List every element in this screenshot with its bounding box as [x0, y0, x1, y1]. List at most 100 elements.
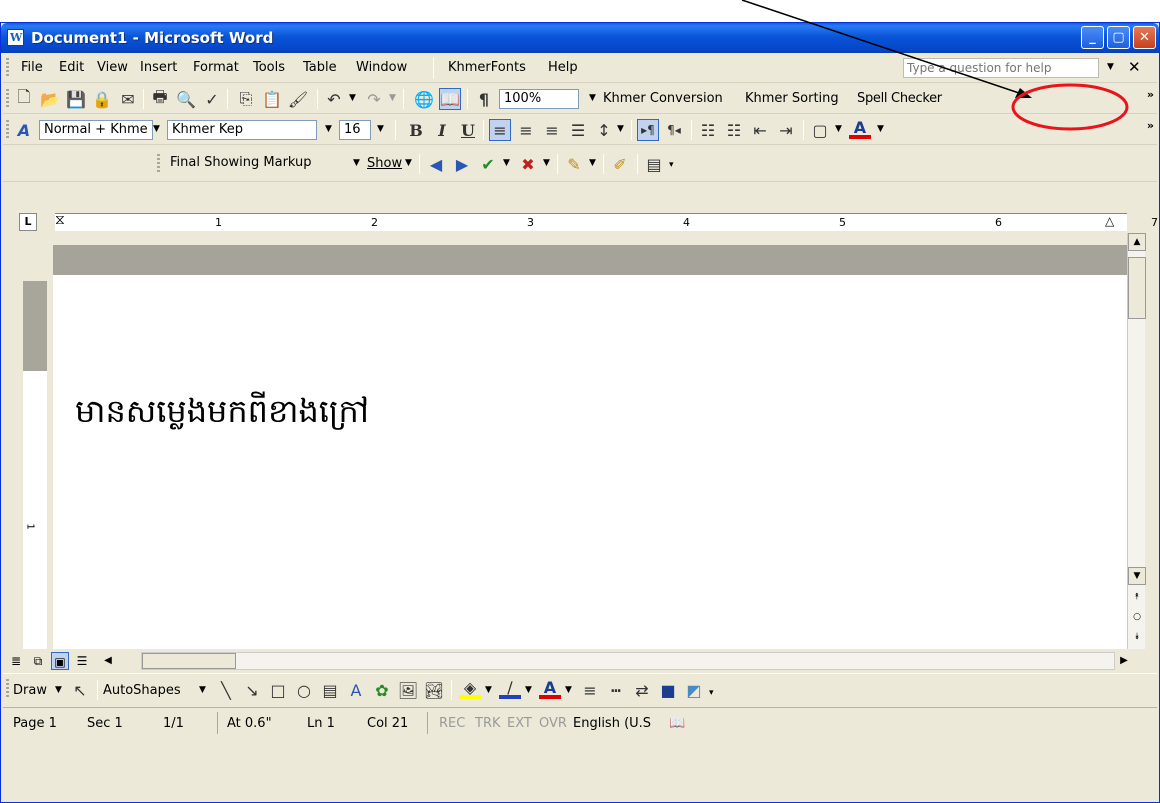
save-icon[interactable]: 💾 [65, 88, 87, 110]
toolbar-options-icon[interactable]: ▾ [669, 160, 674, 170]
paste-icon[interactable]: 📋 [261, 88, 283, 110]
font-select[interactable]: Khmer Kep [167, 120, 317, 140]
font-color-dropdown-icon[interactable]: ▼ [877, 124, 884, 134]
menu-view[interactable]: View [97, 60, 128, 75]
horizontal-scroll-thumb[interactable] [142, 653, 236, 669]
comment-dropdown-icon[interactable]: ▼ [589, 158, 596, 168]
line-color-dropdown-icon[interactable]: ▼ [525, 685, 532, 695]
menu-format[interactable]: Format [193, 60, 239, 75]
select-browse-object-icon[interactable]: ○ [1128, 609, 1146, 627]
previous-change-icon[interactable]: ◀ [425, 153, 447, 175]
research-icon[interactable]: 📖 [439, 88, 461, 110]
3d-style-icon[interactable]: ◩ [683, 679, 705, 701]
align-left-icon[interactable]: ≡ [489, 119, 511, 141]
font-color-icon[interactable]: A [849, 118, 871, 139]
scroll-left-icon[interactable]: ◀ [99, 652, 117, 670]
khmer-conversion-button[interactable]: Khmer Conversion [603, 91, 723, 106]
arrow-style-icon[interactable]: ⇄ [631, 679, 653, 701]
outline-view-icon[interactable]: ☰ [73, 652, 91, 670]
horizontal-scrollbar[interactable] [141, 652, 1115, 670]
clip-art-icon[interactable]: 🖼 [397, 679, 419, 701]
insert-comment-icon[interactable]: ✎ [563, 153, 585, 175]
scroll-up-icon[interactable]: ▲ [1128, 233, 1146, 251]
print-preview-icon[interactable]: 🔍 [175, 88, 197, 110]
minimize-button[interactable]: _ [1081, 26, 1104, 49]
line-spacing-dropdown-icon[interactable]: ▼ [617, 124, 624, 134]
fill-color-icon[interactable]: ◈ [459, 678, 481, 699]
diagram-icon[interactable]: ✿ [371, 679, 393, 701]
document-page[interactable]: មានសម្លេងមកពីខាងក្រៅ [53, 275, 1127, 649]
ltr-icon[interactable]: ▸¶ [637, 119, 659, 141]
toolbar-options-icon[interactable]: ▾ [709, 688, 714, 698]
draw-font-color-dropdown-icon[interactable]: ▼ [565, 685, 572, 695]
menu-window[interactable]: Window [356, 60, 407, 75]
status-language[interactable]: English (U.S [573, 716, 651, 731]
menu-table[interactable]: Table [303, 60, 337, 75]
status-ext[interactable]: EXT [507, 716, 532, 731]
status-trk[interactable]: TRK [475, 716, 501, 731]
line-icon[interactable]: ╲ [215, 679, 237, 701]
redo-icon[interactable]: ↷ [363, 88, 385, 110]
rectangle-icon[interactable]: □ [267, 679, 289, 701]
display-dropdown-icon[interactable]: ▼ [353, 158, 360, 168]
close-document-icon[interactable]: ✕ [1128, 58, 1141, 76]
decrease-indent-icon[interactable]: ⇤ [749, 119, 771, 141]
format-painter-icon[interactable]: 🖌 [287, 88, 309, 110]
borders-icon[interactable]: ▢ [809, 119, 831, 141]
next-page-icon[interactable]: ⯯ [1128, 629, 1146, 647]
line-color-icon[interactable]: ∕ [499, 678, 521, 699]
draw-font-color-icon[interactable]: A [539, 678, 561, 699]
accept-dropdown-icon[interactable]: ▼ [503, 158, 510, 168]
maximize-button[interactable]: ▢ [1107, 26, 1130, 49]
styles-icon[interactable]: A [13, 119, 35, 141]
reject-change-icon[interactable]: ✖ [517, 153, 539, 175]
menu-file[interactable]: File [21, 60, 43, 75]
italic-button[interactable]: I [431, 119, 453, 141]
borders-dropdown-icon[interactable]: ▼ [835, 124, 842, 134]
autoshapes-menu-button[interactable]: AutoShapes [103, 683, 181, 698]
wordart-icon[interactable]: A [345, 679, 367, 701]
display-for-review-select[interactable]: Final Showing Markup [165, 153, 345, 173]
help-dropdown-icon[interactable]: ▼ [1107, 62, 1114, 72]
open-folder-icon[interactable]: 📂 [39, 88, 61, 110]
autoshapes-dropdown-icon[interactable]: ▼ [199, 685, 206, 695]
menu-grip[interactable] [6, 58, 9, 78]
font-size-dropdown-icon[interactable]: ▼ [377, 124, 384, 134]
zoom-dropdown-icon[interactable]: ▼ [589, 93, 596, 103]
oval-icon[interactable]: ○ [293, 679, 315, 701]
zoom-select[interactable]: 100% [499, 89, 579, 109]
redo-dropdown-icon[interactable]: ▼ [389, 93, 396, 103]
menu-khmerfonts[interactable]: KhmerFonts [448, 60, 526, 75]
horizontal-ruler[interactable]: 1 2 3 4 5 6 7 ⧖ △ [55, 212, 1158, 231]
picture-icon[interactable]: 🏞 [423, 679, 445, 701]
copy-icon[interactable]: ⎘ [235, 88, 257, 110]
menu-help[interactable]: Help [548, 60, 578, 75]
show-dropdown-icon[interactable]: ▼ [405, 158, 412, 168]
status-ovr[interactable]: OVR [539, 716, 567, 731]
line-style-icon[interactable]: ≡ [579, 679, 601, 701]
track-changes-icon[interactable]: ✐ [609, 153, 631, 175]
reviewing-pane-icon[interactable]: ▤ [643, 153, 665, 175]
show-menu-button[interactable]: Show [367, 156, 402, 171]
font-dropdown-icon[interactable]: ▼ [325, 124, 332, 134]
fill-color-dropdown-icon[interactable]: ▼ [485, 685, 492, 695]
scroll-down-icon[interactable]: ▼ [1128, 567, 1146, 585]
web-layout-view-icon[interactable]: ⧉ [29, 652, 47, 670]
document-text[interactable]: មានសម្លេងមកពីខាងក្រៅ [75, 391, 369, 438]
vertical-ruler[interactable]: 1 [23, 281, 47, 649]
undo-icon[interactable]: ↶ [323, 88, 345, 110]
text-box-icon[interactable]: ▤ [319, 679, 341, 701]
bullets-icon[interactable]: ☷ [723, 119, 745, 141]
spelling-icon[interactable]: ✓ [201, 88, 223, 110]
style-dropdown-icon[interactable]: ▼ [153, 124, 160, 134]
draw-menu-button[interactable]: Draw [13, 683, 47, 698]
font-size-select[interactable]: 16 [339, 120, 371, 140]
print-icon[interactable]: 🖶 [149, 87, 171, 110]
permission-icon[interactable]: 🔒 [91, 88, 113, 110]
khmer-sorting-button[interactable]: Khmer Sorting [745, 91, 839, 106]
draw-dropdown-icon[interactable]: ▼ [55, 685, 62, 695]
hyperlink-icon[interactable]: 🌐 [413, 88, 435, 110]
new-document-icon[interactable]: 🗋 [13, 87, 35, 110]
status-rec[interactable]: REC [439, 716, 465, 731]
underline-button[interactable]: U [457, 119, 479, 141]
